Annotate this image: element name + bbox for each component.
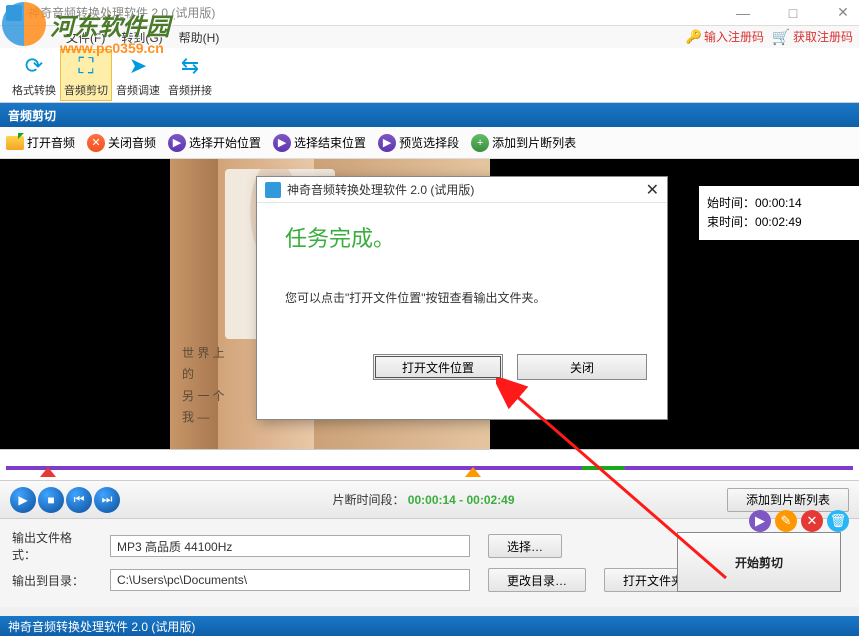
timeline[interactable] xyxy=(0,449,859,481)
get-reg-label: 获取注册码 xyxy=(793,28,853,45)
close-audio-icon: ✕ xyxy=(87,134,105,152)
add-to-list-label: 添加到片断列表 xyxy=(492,134,576,151)
format-value: MP3 高品质 44100Hz xyxy=(110,535,470,557)
start-cut-label: 开始剪切 xyxy=(735,554,783,571)
menu-file[interactable]: 文件(F) xyxy=(60,27,111,48)
play-button[interactable]: ▶ xyxy=(10,487,36,513)
range-label: 片断时间段 xyxy=(332,493,392,507)
menu-help[interactable]: 帮助(H) xyxy=(173,27,226,48)
select-end-button[interactable]: ▶ 选择结束位置 xyxy=(273,134,366,152)
output-dir-value: C:\Users\pc\Documents\ xyxy=(110,569,470,591)
add-to-list-button[interactable]: + 添加到片断列表 xyxy=(471,134,576,152)
preview-icon: ▶ xyxy=(378,134,396,152)
tool-audio-cut[interactable]: ⛶ 音频剪切 xyxy=(60,49,112,101)
title-bar: 神奇音频转换处理软件 2.0 (试用版) — □ ✕ xyxy=(0,0,859,26)
list-trash-icon[interactable]: 🗑 xyxy=(827,510,849,532)
end-marker[interactable] xyxy=(465,467,481,477)
speed-label: 音频调速 xyxy=(116,82,160,98)
minimize-button[interactable]: — xyxy=(733,3,753,23)
splice-label: 音频拼接 xyxy=(168,82,212,98)
list-delete-icon[interactable]: ✕ xyxy=(801,510,823,532)
album-caption: 世 界 上 的 另 一 个 我 — xyxy=(182,343,225,429)
section-title: 音频剪切 xyxy=(8,107,56,124)
add-segment-label: 添加到片断列表 xyxy=(746,491,830,508)
main-toolbar: ⟳ 格式转换 ⛶ 音频剪切 ➤ 音频调速 ⇆ 音频拼接 xyxy=(0,48,859,103)
get-reg-code-link[interactable]: 🛒 获取注册码 xyxy=(772,28,853,45)
menu-goto[interactable]: 转到(G) xyxy=(115,27,168,48)
list-edit-icon[interactable]: ✎ xyxy=(775,510,797,532)
open-audio-button[interactable]: 打开音频 xyxy=(6,134,75,151)
list-tools: ▶ ✎ ✕ 🗑 xyxy=(749,510,849,532)
app-icon xyxy=(6,5,22,21)
range-value: 00:00:14 - 00:02:49 xyxy=(408,493,515,507)
range-display: 片断时间段： 00:00:14 - 00:02:49 xyxy=(134,491,713,508)
output-dir-label: 输出到目录： xyxy=(12,572,92,589)
select-start-label: 选择开始位置 xyxy=(189,134,261,151)
open-audio-label: 打开音频 xyxy=(27,134,75,151)
end-pos-icon: ▶ xyxy=(273,134,291,152)
enter-reg-label: 输入注册码 xyxy=(704,28,764,45)
preview-label: 预览选择段 xyxy=(399,134,459,151)
cut-label: 音频剪切 xyxy=(64,82,108,98)
preview-button[interactable]: ▶ 预览选择段 xyxy=(378,134,459,152)
start-time-value: 00:00:14 xyxy=(755,196,802,210)
add-icon: + xyxy=(471,134,489,152)
folder-open-icon xyxy=(6,136,24,150)
cart-icon: 🛒 xyxy=(772,29,790,45)
convert-label: 格式转换 xyxy=(12,82,56,98)
dialog-body-text: 您可以点击"打开文件位置"按钮查看输出文件夹。 xyxy=(285,289,639,306)
open-location-label: 打开文件位置 xyxy=(402,359,474,376)
enter-reg-code-link[interactable]: 🔑 输入注册码 xyxy=(687,28,764,45)
dialog-close-icon[interactable]: ✕ xyxy=(646,180,659,200)
window-title: 神奇音频转换处理软件 2.0 (试用版) xyxy=(28,4,733,21)
dialog-titlebar: 神奇音频转换处理软件 2.0 (试用版) ✕ xyxy=(257,177,667,203)
change-dir-button[interactable]: 更改目录… xyxy=(488,568,586,592)
dialog-close-label: 关闭 xyxy=(570,359,594,376)
status-text: 神奇音频转换处理软件 2.0 (试用版) xyxy=(8,618,195,635)
prev-button[interactable]: ⏮ xyxy=(66,487,92,513)
open-file-location-button[interactable]: 打开文件位置 xyxy=(373,354,503,380)
start-cut-button[interactable]: 开始剪切 xyxy=(677,532,841,592)
close-audio-button[interactable]: ✕ 关闭音频 xyxy=(87,134,156,152)
task-complete-dialog: 神奇音频转换处理软件 2.0 (试用版) ✕ 任务完成。 您可以点击"打开文件位… xyxy=(256,176,668,420)
dialog-heading: 任务完成。 xyxy=(285,221,639,253)
close-button[interactable]: ✕ xyxy=(833,3,853,23)
end-time-value: 00:02:49 xyxy=(755,215,802,229)
format-select-button[interactable]: 选择… xyxy=(488,534,562,558)
segment-info-panel: 始时间：00:00:14 束时间：00:02:49 xyxy=(699,186,859,240)
tool-format-convert[interactable]: ⟳ 格式转换 xyxy=(8,49,60,101)
tool-audio-splice[interactable]: ⇆ 音频拼接 xyxy=(164,49,216,101)
format-label: 输出文件格式： xyxy=(12,529,92,563)
speed-icon: ➤ xyxy=(124,52,152,80)
select-end-label: 选择结束位置 xyxy=(294,134,366,151)
start-time-label: 始时间： xyxy=(707,196,755,210)
status-bar: 神奇音频转换处理软件 2.0 (试用版) xyxy=(0,616,859,636)
action-bar: 打开音频 ✕ 关闭音频 ▶ 选择开始位置 ▶ 选择结束位置 ▶ 预览选择段 + … xyxy=(0,127,859,159)
list-play-icon[interactable]: ▶ xyxy=(749,510,771,532)
section-header: 音频剪切 xyxy=(0,103,859,127)
maximize-button[interactable]: □ xyxy=(783,3,803,23)
start-pos-icon: ▶ xyxy=(168,134,186,152)
play-bar: ▶ ■ ⏮ ⏭ 片断时间段： 00:00:14 - 00:02:49 添加到片断… xyxy=(0,481,859,519)
end-time-label: 束时间： xyxy=(707,215,755,229)
select-start-button[interactable]: ▶ 选择开始位置 xyxy=(168,134,261,152)
tool-audio-speed[interactable]: ➤ 音频调速 xyxy=(112,49,164,101)
add-segment-button[interactable]: 添加到片断列表 xyxy=(727,488,849,512)
dialog-app-icon xyxy=(265,182,281,198)
dialog-title: 神奇音频转换处理软件 2.0 (试用版) xyxy=(287,181,646,198)
key-icon: 🔑 xyxy=(687,30,701,44)
next-button[interactable]: ⏭ xyxy=(94,487,120,513)
start-marker[interactable] xyxy=(40,467,56,477)
dialog-close-button[interactable]: 关闭 xyxy=(517,354,647,380)
convert-icon: ⟳ xyxy=(20,52,48,80)
close-audio-label: 关闭音频 xyxy=(108,134,156,151)
crop-icon: ⛶ xyxy=(72,52,100,80)
splice-icon: ⇆ xyxy=(176,52,204,80)
timeline-track xyxy=(6,466,853,470)
stop-button[interactable]: ■ xyxy=(38,487,64,513)
